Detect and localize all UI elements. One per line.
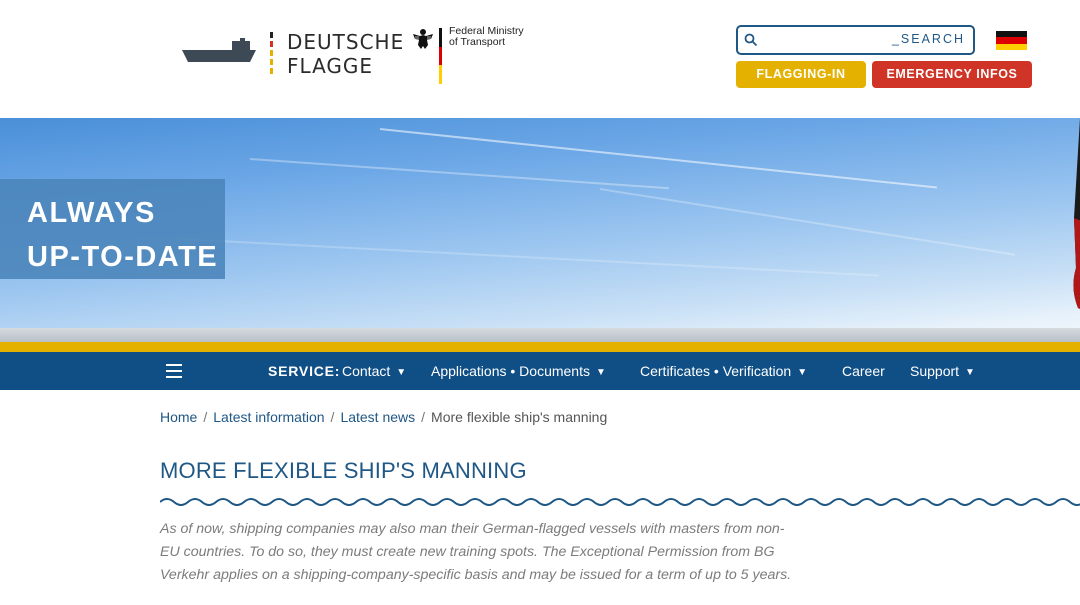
page-title: MORE FLEXIBLE SHIP'S MANNING — [160, 458, 527, 483]
nav-item-contact[interactable]: Contact ▼ — [342, 363, 406, 379]
nav-item-label: Career — [842, 363, 885, 379]
logo-divider — [270, 32, 273, 76]
caret-down-icon: ▼ — [797, 367, 808, 378]
search-input[interactable] — [762, 30, 892, 50]
article-intro: As of now, shipping companies may also m… — [160, 521, 792, 583]
cloud-streak — [379, 128, 938, 189]
ministry-flag-bar — [439, 28, 442, 84]
nav-item-support[interactable]: Support ▼ — [910, 363, 975, 379]
german-flag-icon[interactable] — [996, 31, 1027, 50]
breadcrumb-latest-news[interactable]: Latest news — [340, 409, 415, 425]
caret-down-icon: ▼ — [396, 367, 407, 378]
cloud-streak — [599, 188, 1015, 256]
breadcrumb-home[interactable]: Home — [160, 409, 197, 425]
hamburger-menu-icon[interactable] — [166, 364, 182, 378]
breadcrumb-current: More flexible ship's manning — [431, 409, 608, 425]
search-label[interactable]: _SEARCH — [892, 32, 965, 46]
hero-flag-image — [1073, 118, 1080, 309]
nav-item-label: Support — [910, 363, 960, 379]
logo-line-1: DEUTSCHE — [287, 30, 405, 54]
site-header: DEUTSCHE FLAGGE Federal Ministry of Tran… — [0, 0, 1080, 118]
nav-item-applications-documents[interactable]: Applications • Documents ▼ — [431, 363, 606, 379]
service-nav: SERVICE: Contact ▼ Applications • Documen… — [0, 352, 1080, 390]
nav-item-label: Contact — [342, 363, 391, 379]
hero-horizon — [0, 328, 1080, 342]
federal-eagle-icon — [413, 29, 433, 49]
caret-down-icon: ▼ — [595, 367, 606, 378]
hero-line-1: ALWAYS — [27, 197, 156, 229]
logo-line-2: FLAGGE — [287, 54, 374, 78]
ministry-name: Federal Ministry of Transport — [449, 26, 524, 48]
nav-item-label: Applications • Documents — [431, 363, 590, 379]
cloud-streak — [179, 238, 880, 277]
logo-wordmark[interactable]: DEUTSCHE FLAGGE — [287, 30, 404, 78]
hero-banner: ALWAYS UP-TO-DATE — [0, 118, 1080, 342]
nav-item-certificates-verification[interactable]: Certificates • Verification ▼ — [640, 363, 807, 379]
hero-line-2: UP-TO-DATE — [27, 241, 219, 273]
nav-item-career[interactable]: Career — [842, 363, 885, 379]
hero-tagline: ALWAYS UP-TO-DATE — [0, 179, 225, 279]
cloud-streak — [249, 158, 670, 190]
search-icon[interactable] — [744, 33, 758, 47]
ship-logo-icon[interactable] — [182, 38, 258, 70]
flagging-in-button[interactable]: FLAGGING-IN — [736, 61, 866, 88]
wave-divider — [160, 498, 1080, 506]
nav-item-label: Certificates • Verification — [640, 363, 792, 379]
ministry-line-2: of Transport — [449, 36, 506, 48]
caret-down-icon: ▼ — [965, 367, 975, 378]
breadcrumb: Home / Latest information / Latest news / More… — [160, 409, 608, 425]
nav-service-label: SERVICE: — [268, 363, 341, 379]
gold-divider-strip — [0, 342, 1080, 352]
breadcrumb-latest-information[interactable]: Latest information — [213, 409, 324, 425]
ministry-logo[interactable]: Federal Ministry of Transport — [412, 26, 532, 86]
search-box[interactable]: _SEARCH — [736, 25, 975, 55]
emergency-infos-button[interactable]: EMERGENCY INFOS — [872, 61, 1032, 88]
